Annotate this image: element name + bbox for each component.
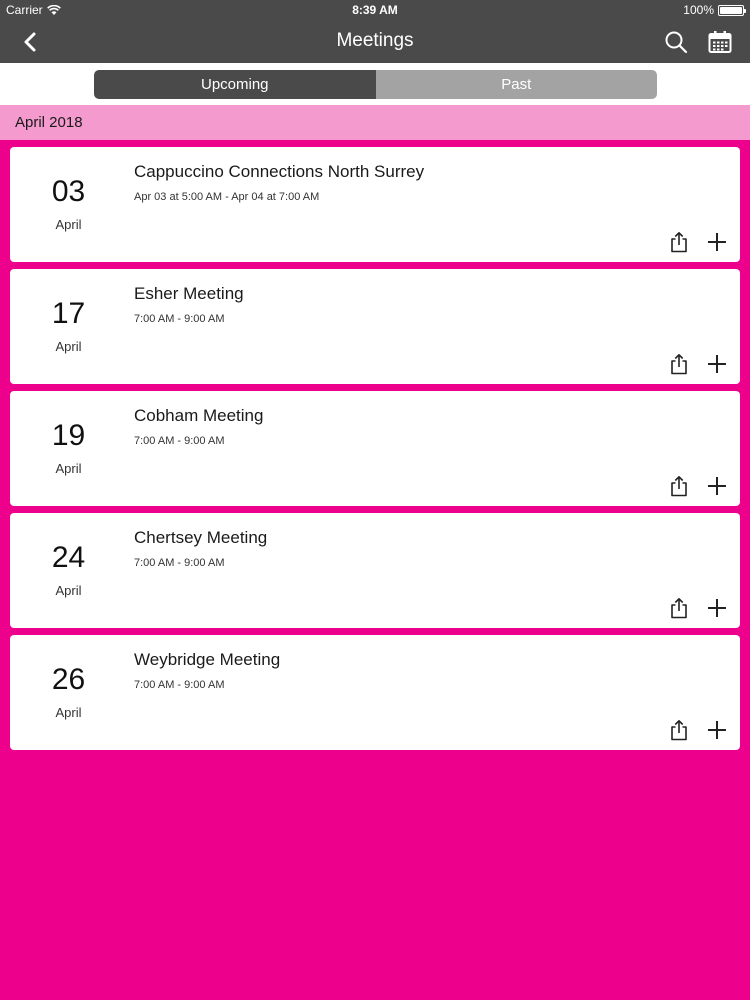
meeting-card[interactable]: 03 April Cappuccino Connections North Su…: [10, 147, 740, 262]
meeting-time: 7:00 AM - 9:00 AM: [134, 679, 225, 691]
share-icon[interactable]: [669, 231, 689, 253]
meeting-name: Cobham Meeting: [134, 406, 264, 425]
meeting-month: April: [55, 461, 82, 476]
meeting-card[interactable]: 17 April Esher Meeting 7:00 AM - 9:00 AM: [10, 269, 740, 384]
meeting-name: Chertsey Meeting: [134, 528, 268, 547]
add-icon[interactable]: [706, 231, 728, 253]
meeting-name: Weybridge Meeting: [134, 650, 281, 669]
tab-upcoming[interactable]: Upcoming: [94, 70, 376, 99]
meeting-day: 03: [51, 175, 86, 208]
battery-percent: 100%: [683, 3, 714, 17]
share-icon[interactable]: [669, 597, 689, 619]
calendar-icon[interactable]: [707, 29, 733, 55]
segmented-control: Upcoming Past: [94, 70, 657, 99]
navigation-bar: Meetings: [0, 20, 750, 63]
meeting-day: 26: [51, 663, 86, 696]
meeting-month: April: [55, 339, 82, 354]
search-icon[interactable]: [663, 29, 689, 55]
meeting-time: 7:00 AM - 9:00 AM: [134, 557, 225, 569]
meeting-month: April: [55, 705, 82, 720]
meeting-name: Cappuccino Connections North Surrey: [134, 162, 425, 181]
meeting-time: Apr 03 at 5:00 AM - Apr 04 at 7:00 AM: [134, 191, 320, 203]
meeting-card[interactable]: 26 April Weybridge Meeting 7:00 AM - 9:0…: [10, 635, 740, 750]
meeting-time: 7:00 AM - 9:00 AM: [134, 313, 225, 325]
meeting-time: 7:00 AM - 9:00 AM: [134, 435, 225, 447]
page-title: Meetings: [336, 30, 414, 51]
segment-bar: Upcoming Past: [0, 63, 750, 105]
meeting-day: 24: [51, 541, 86, 574]
status-right: 100%: [683, 3, 746, 17]
add-icon[interactable]: [706, 597, 728, 619]
meeting-month: April: [55, 217, 82, 232]
add-icon[interactable]: [706, 719, 728, 741]
status-bar: Carrier 8:39 AM 100%: [0, 0, 750, 20]
share-icon[interactable]: [669, 353, 689, 375]
battery-icon: [718, 4, 746, 16]
meeting-card[interactable]: 19 April Cobham Meeting 7:00 AM - 9:00 A…: [10, 391, 740, 506]
section-header: April 2018: [0, 105, 750, 140]
tab-past[interactable]: Past: [375, 70, 657, 99]
add-icon[interactable]: [706, 353, 728, 375]
meeting-month: April: [55, 583, 82, 598]
meeting-card[interactable]: 24 April Chertsey Meeting 7:00 AM - 9:00…: [10, 513, 740, 628]
share-icon[interactable]: [669, 475, 689, 497]
add-icon[interactable]: [706, 475, 728, 497]
meeting-day: 19: [51, 419, 86, 452]
meeting-name: Esher Meeting: [134, 284, 244, 303]
share-icon[interactable]: [669, 719, 689, 741]
meeting-day: 17: [51, 297, 86, 330]
status-time: 8:39 AM: [352, 3, 398, 17]
